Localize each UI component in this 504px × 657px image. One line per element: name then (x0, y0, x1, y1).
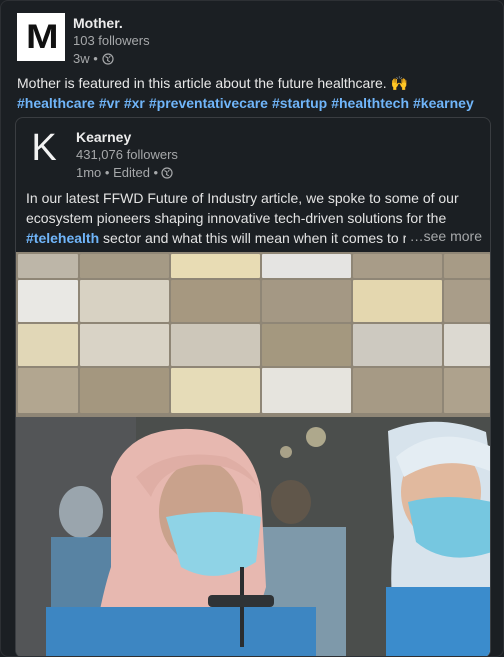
wall-tile (262, 324, 351, 366)
wall-tile (262, 368, 351, 413)
post-author[interactable]: M Mother. 103 followers 3w • (17, 13, 150, 68)
shared-text-line: ecosystem pioneers shaping innovative te… (26, 210, 447, 226)
wall-tile (171, 280, 260, 322)
see-more-link[interactable]: …see more (405, 228, 482, 244)
hashtag-link[interactable]: #startup (272, 93, 327, 113)
hashtag-link[interactable]: #kearney (413, 93, 474, 113)
hashtag-link[interactable]: #vr (99, 93, 120, 113)
hashtag-link[interactable]: #preventativecare (149, 93, 268, 113)
author-followers: 103 followers (73, 33, 150, 48)
shared-text-line: In our latest FFWD Future of Industry ar… (26, 190, 459, 206)
shared-time-text: 1mo • Edited • (76, 165, 159, 180)
telehealth-hashtag[interactable]: #telehealth (26, 230, 99, 246)
shared-post-card[interactable]: K Kearney 431,076 followers 1mo • Edited… (15, 117, 491, 656)
globe-icon (102, 53, 114, 65)
wall-tile (171, 254, 260, 278)
wall-tile (444, 254, 490, 278)
wall-tile (80, 368, 169, 413)
hashtag-link[interactable]: #xr (124, 93, 145, 113)
wall-tile (80, 324, 169, 366)
wall-tile (353, 254, 442, 278)
article-image[interactable] (16, 252, 490, 656)
post-time-text: 3w • (73, 51, 98, 66)
surgeons-scene (16, 417, 490, 656)
wall-tile (444, 368, 490, 413)
author-meta: Mother. 103 followers 3w • (73, 13, 150, 68)
feed-post: M Mother. 103 followers 3w • Mother is f… (0, 0, 504, 657)
kearney-logo-letter: K (31, 127, 57, 169)
shared-author-meta: Kearney 431,076 followers 1mo • Edited • (76, 128, 178, 182)
wall-tile (18, 368, 78, 413)
post-commentary: Mother is featured in this article about… (17, 73, 487, 113)
wall-tile (262, 254, 351, 278)
shared-timestamp: 1mo • Edited • (76, 164, 178, 182)
tile-wall (16, 252, 490, 417)
wall-tile (444, 324, 490, 366)
author-name[interactable]: Mother. (73, 14, 150, 32)
wall-tile (80, 280, 169, 322)
wall-tile (353, 368, 442, 413)
wall-tile (18, 254, 78, 278)
wall-tile (80, 254, 169, 278)
hashtag-link[interactable]: #healthcare (17, 93, 95, 113)
wall-tile (353, 324, 442, 366)
wall-tile (353, 280, 442, 322)
kearney-logo[interactable]: K (28, 128, 60, 168)
shared-text-rest: sector and what this will mean when it c… (99, 230, 435, 246)
globe-icon (161, 167, 173, 179)
shared-author[interactable]: K Kearney 431,076 followers 1mo • Edited… (28, 128, 178, 182)
shared-author-followers: 431,076 followers (76, 147, 178, 162)
wall-tile (262, 280, 351, 322)
wall-tile (171, 368, 260, 413)
wall-tile (171, 324, 260, 366)
post-timestamp: 3w • (73, 50, 150, 68)
wall-tile (18, 280, 78, 322)
mother-logo[interactable]: M (17, 13, 65, 61)
mother-logo-letter: M (25, 17, 59, 56)
commentary-text: Mother is featured in this article about… (17, 75, 408, 91)
wall-tile (18, 324, 78, 366)
hashtag-link[interactable]: #healthtech (331, 93, 409, 113)
hashtag-list: #healthcare #vr #xr #preventativecare #s… (17, 93, 487, 113)
shared-author-name[interactable]: Kearney (76, 128, 178, 146)
surgeons-illustration (16, 417, 490, 656)
wall-tile (444, 280, 490, 322)
